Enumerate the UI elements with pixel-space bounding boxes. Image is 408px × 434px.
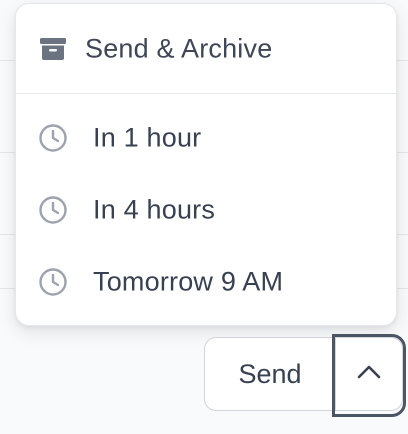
send-button-group: Send	[204, 334, 406, 417]
send-options-toggle[interactable]	[335, 337, 403, 411]
chevron-up-icon	[356, 364, 382, 385]
clock-icon	[38, 123, 68, 153]
send-options-menu: Send & Archive In 1 hour In 4 hours Tomo…	[15, 3, 397, 326]
send-button[interactable]: Send	[204, 337, 335, 411]
menu-item-in-1-hour[interactable]: In 1 hour	[16, 108, 396, 168]
compose-footer: Send & Archive In 1 hour In 4 hours Tomo…	[0, 0, 408, 434]
menu-item-send-archive[interactable]: Send & Archive	[16, 19, 396, 79]
menu-divider	[16, 93, 396, 94]
menu-item-in-4-hours[interactable]: In 4 hours	[16, 180, 396, 240]
clock-icon	[38, 267, 68, 297]
archive-icon	[38, 34, 68, 64]
menu-item-label: Tomorrow 9 AM	[93, 266, 284, 297]
menu-item-label: In 1 hour	[93, 122, 202, 153]
menu-item-tomorrow-9am[interactable]: Tomorrow 9 AM	[16, 252, 396, 312]
clock-icon	[38, 195, 68, 225]
menu-item-label: In 4 hours	[93, 194, 216, 225]
menu-item-label: Send & Archive	[85, 33, 273, 64]
